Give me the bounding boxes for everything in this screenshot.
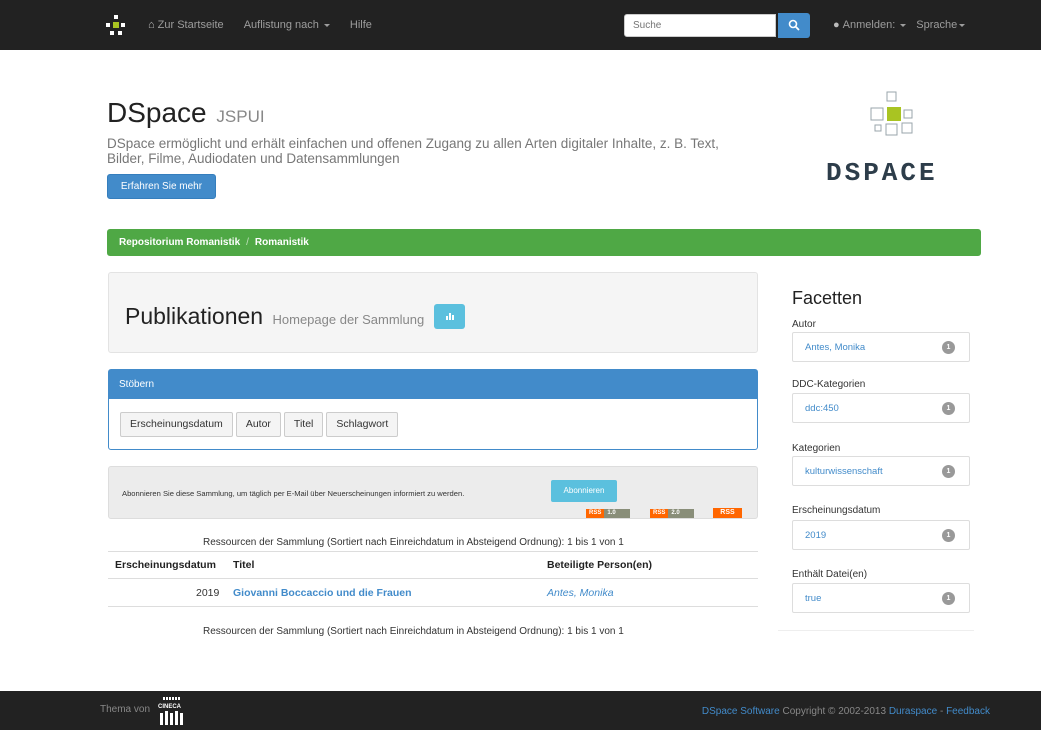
facet-label-date: Erscheinungsdatum bbox=[792, 505, 881, 516]
collection-subtitle: Homepage der Sammlung bbox=[272, 312, 425, 327]
divider bbox=[108, 606, 758, 607]
facet-value: true bbox=[805, 593, 822, 604]
site-lead-text: DSpace ermöglicht und erhält einfachen u… bbox=[107, 136, 719, 166]
nav-browse-dropdown[interactable]: Auflistung nach bbox=[244, 19, 330, 31]
statistics-button[interactable] bbox=[434, 304, 465, 329]
facet-item-date[interactable]: 2019 1 bbox=[792, 520, 970, 550]
browse-by-title-button[interactable]: Titel bbox=[283, 412, 324, 437]
column-header-date[interactable]: Erscheinungsdatum bbox=[115, 559, 216, 571]
dspace-brand-icon[interactable] bbox=[106, 15, 126, 35]
top-navbar: ⌂ Zur Startseite Auflistung nach Hilfe ●… bbox=[0, 0, 1041, 50]
caret-down-icon bbox=[900, 23, 907, 27]
rss-2-feed-icon[interactable]: RSS 2.0 bbox=[650, 509, 694, 518]
collection-header: Publikationen Homepage der Sammlung bbox=[108, 272, 758, 353]
browse-by-subject-button[interactable]: Schlagwort bbox=[326, 412, 399, 437]
subscribe-button[interactable]: Abonnieren bbox=[551, 480, 617, 502]
user-icon: ● bbox=[833, 19, 840, 31]
browse-panel: Stöbern Erscheinungsdatum Autor Titel Sc… bbox=[108, 369, 758, 450]
atom-feed-icon[interactable]: RSS bbox=[713, 508, 742, 518]
facet-label-author: Autor bbox=[792, 319, 816, 330]
nav-home-link[interactable]: ⌂ Zur Startseite bbox=[148, 19, 224, 31]
results-summary-top: Ressourcen der Sammlung (Sortiert nach E… bbox=[203, 537, 624, 548]
caret-down-icon bbox=[959, 23, 966, 27]
facet-item-has-files[interactable]: true 1 bbox=[792, 583, 970, 613]
facet-label-has-files: Enthält Datei(en) bbox=[792, 569, 868, 580]
site-subtitle: JSPUI bbox=[216, 107, 265, 126]
rss-1-feed-icon[interactable]: RSS 1.0 bbox=[586, 509, 630, 518]
divider bbox=[108, 551, 758, 552]
facet-value: 2019 bbox=[805, 530, 827, 541]
caret-down-icon bbox=[323, 23, 330, 27]
facet-count-badge: 1 bbox=[942, 592, 955, 605]
facet-count-badge: 1 bbox=[942, 402, 955, 415]
feedback-link[interactable]: Feedback bbox=[946, 706, 990, 717]
search-icon bbox=[788, 19, 800, 31]
footer-copyright: DSpace Software Copyright © 2002-2013 Du… bbox=[701, 706, 990, 717]
facet-item-categories[interactable]: kulturwissenschaft 1 bbox=[792, 456, 970, 486]
facet-label-ddc: DDC-Kategorien bbox=[792, 379, 866, 390]
result-title-link[interactable]: Giovanni Boccaccio und die Frauen bbox=[233, 587, 412, 599]
results-summary-bottom: Ressourcen der Sammlung (Sortiert nach E… bbox=[203, 626, 624, 637]
facet-count-badge: 1 bbox=[942, 341, 955, 354]
browse-by-date-button[interactable]: Erscheinungsdatum bbox=[120, 412, 233, 437]
breadcrumb-repository[interactable]: Repositorium Romanistik bbox=[119, 237, 240, 248]
learn-more-button[interactable]: Erfahren Sie mehr bbox=[107, 174, 216, 199]
facet-item-ddc[interactable]: ddc:450 1 bbox=[792, 393, 970, 423]
collection-title: Publikationen Homepage der Sammlung bbox=[125, 303, 425, 329]
home-icon: ⌂ bbox=[148, 19, 155, 31]
login-dropdown[interactable]: ● Anmelden: bbox=[833, 19, 907, 31]
subscribe-text: Abonnieren Sie diese Sammlung, um täglic… bbox=[122, 489, 465, 498]
duraspace-link[interactable]: Duraspace bbox=[889, 706, 937, 717]
breadcrumb-collection[interactable]: Romanistik bbox=[255, 237, 309, 248]
facet-value: kulturwissenschaft bbox=[805, 466, 883, 477]
browse-panel-heading: Stöbern bbox=[109, 370, 757, 399]
cineca-logo-icon[interactable]: CINECA bbox=[155, 696, 189, 726]
facet-count-badge: 1 bbox=[942, 465, 955, 478]
facet-value: Antes, Monika bbox=[805, 342, 866, 353]
theme-credit: Thema von bbox=[100, 704, 151, 715]
column-header-title[interactable]: Titel bbox=[233, 559, 254, 571]
nav-help-link[interactable]: Hilfe bbox=[350, 19, 372, 31]
dspace-software-link[interactable]: DSpace Software bbox=[702, 706, 780, 717]
facet-value: ddc:450 bbox=[805, 403, 839, 414]
result-year: 2019 bbox=[196, 587, 220, 599]
search-button[interactable] bbox=[778, 13, 810, 38]
divider bbox=[778, 630, 974, 631]
search-input[interactable] bbox=[624, 14, 776, 37]
bar-chart-icon bbox=[446, 313, 454, 320]
result-author-link[interactable]: Antes, Monika bbox=[547, 587, 614, 599]
dspace-logo-text: DSPACE bbox=[826, 158, 938, 188]
facet-label-categories: Kategorien bbox=[792, 443, 841, 454]
language-dropdown[interactable]: Sprache bbox=[916, 19, 966, 31]
facets-title: Facetten bbox=[792, 288, 863, 308]
site-title: DSpace JSPUI bbox=[107, 97, 265, 128]
breadcrumb: Repositorium Romanistik / Romanistik bbox=[107, 229, 981, 256]
facet-count-badge: 1 bbox=[942, 529, 955, 542]
column-header-authors[interactable]: Beteiligte Person(en) bbox=[547, 559, 652, 571]
divider bbox=[108, 578, 758, 579]
facet-item-author[interactable]: Antes, Monika 1 bbox=[792, 332, 970, 362]
browse-by-author-button[interactable]: Autor bbox=[235, 412, 281, 437]
svg-text:CINECA: CINECA bbox=[158, 704, 182, 710]
